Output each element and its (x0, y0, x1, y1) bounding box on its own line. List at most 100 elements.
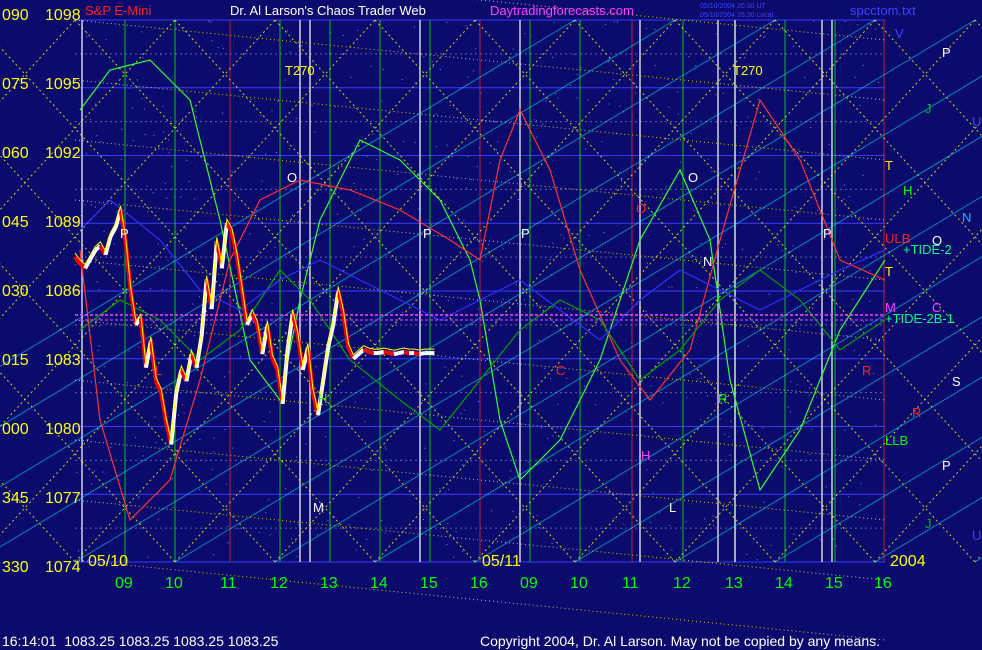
star (470, 179, 472, 181)
star (662, 193, 664, 195)
star (825, 486, 827, 488)
star (96, 281, 98, 283)
star (790, 380, 792, 382)
star (857, 24, 859, 26)
right-label: S (952, 374, 961, 389)
star (151, 339, 153, 341)
star (138, 496, 140, 498)
y-price-label: 1083 (45, 352, 81, 369)
star (680, 367, 682, 368)
price-segment (398, 350, 405, 356)
star (852, 298, 854, 300)
star (867, 219, 869, 220)
star (603, 232, 605, 234)
x-tick-label: 09 (520, 575, 538, 592)
star (171, 166, 173, 168)
star (739, 151, 741, 153)
star (185, 227, 187, 229)
star (725, 243, 727, 245)
star (372, 133, 374, 135)
star (467, 76, 469, 78)
star (164, 182, 166, 184)
star (194, 198, 196, 200)
site-link[interactable]: Daytradingforecasts.com (490, 3, 634, 18)
star (98, 325, 100, 327)
star (382, 69, 384, 70)
star (665, 186, 667, 188)
star (223, 48, 224, 50)
star (755, 537, 757, 538)
star (422, 399, 424, 401)
star (158, 265, 160, 267)
star (231, 171, 233, 173)
star (617, 21, 618, 23)
star (510, 470, 512, 472)
star (668, 286, 670, 288)
star (222, 112, 223, 114)
star (502, 298, 504, 300)
star (98, 289, 100, 291)
star (477, 308, 479, 310)
star (350, 76, 352, 78)
star (185, 141, 187, 143)
star (208, 20, 210, 22)
star (642, 323, 644, 325)
star (835, 545, 837, 547)
star (422, 519, 424, 520)
star (132, 140, 134, 142)
star (436, 146, 437, 148)
star (748, 345, 749, 347)
star (104, 366, 106, 368)
in-chart-label: P (423, 226, 432, 241)
star (819, 539, 821, 540)
star (250, 98, 252, 100)
star (89, 119, 91, 120)
star (679, 490, 681, 492)
x-tick-label: 09 (115, 575, 133, 592)
star (363, 238, 365, 240)
price-segment (357, 348, 365, 356)
right-label: J (925, 516, 932, 531)
star (557, 403, 559, 405)
star (547, 461, 548, 463)
star (188, 427, 190, 429)
star (808, 394, 810, 396)
star (342, 34, 344, 36)
star (132, 107, 134, 109)
star (160, 54, 162, 56)
star (180, 196, 182, 198)
in-chart-label: C (556, 363, 565, 378)
star (580, 66, 582, 68)
star (168, 139, 170, 141)
star (509, 171, 511, 173)
star (384, 446, 386, 448)
star (355, 549, 357, 551)
star (700, 242, 702, 244)
star (275, 152, 277, 154)
in-chart-label: H (641, 448, 650, 463)
star (110, 446, 111, 448)
star (335, 106, 336, 108)
x-tick-label: 16 (874, 575, 892, 592)
in-chart-label: R (718, 391, 727, 406)
star (233, 199, 235, 201)
star (623, 523, 625, 525)
date-label-2: 05/11 (482, 553, 521, 570)
in-chart-label: M (313, 500, 324, 515)
x-tick-label: 13 (725, 575, 743, 592)
annotation-t270-1: T270 (285, 63, 315, 78)
star (625, 411, 627, 413)
y-price-label: 1098 (45, 7, 81, 24)
star (811, 428, 813, 430)
in-chart-label: O (688, 170, 698, 185)
star (550, 378, 551, 380)
star (715, 403, 716, 405)
star (527, 461, 529, 463)
star (397, 166, 399, 168)
star (744, 422, 746, 424)
star (645, 27, 647, 29)
star (376, 159, 378, 161)
star (869, 270, 871, 272)
star (608, 103, 610, 105)
star (576, 97, 578, 99)
